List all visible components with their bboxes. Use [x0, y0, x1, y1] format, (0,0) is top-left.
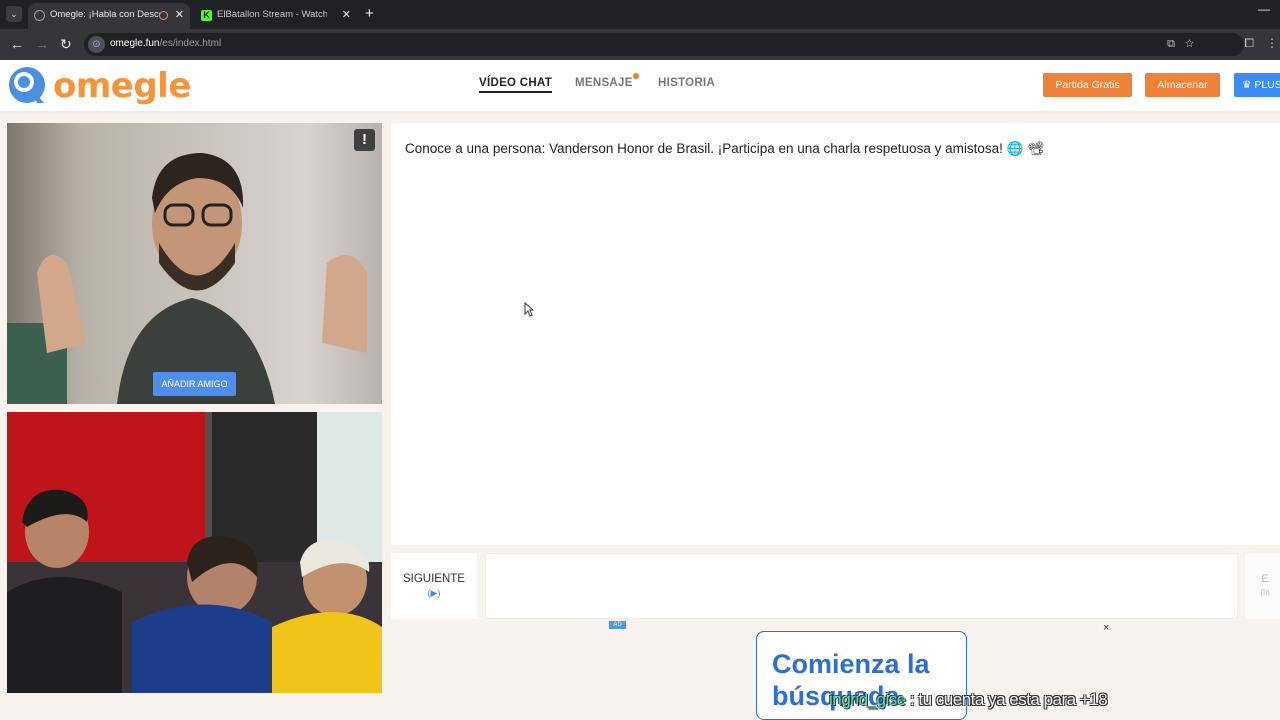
- plus-button[interactable]: ♛ PLUS: [1234, 73, 1280, 97]
- nav-message[interactable]: MENSAJE: [575, 73, 639, 89]
- reload-icon[interactable]: ↻: [60, 36, 72, 52]
- send-button[interactable]: E (In: [1245, 553, 1280, 619]
- browser-tab-omegle[interactable]: Omegle: ¡Habla con Descon ✕: [28, 3, 190, 29]
- tab-search-chevron-icon[interactable]: ⌄: [6, 6, 22, 22]
- url-host: omegle.fun: [110, 38, 160, 49]
- logo-mark-icon: [9, 67, 45, 103]
- tab-title: Omegle: ¡Habla con Descon: [50, 9, 160, 20]
- nav-message-label: MENSAJE: [575, 77, 633, 89]
- free-game-button[interactable]: Partida Gratis: [1043, 73, 1132, 97]
- ad-close-icon[interactable]: ×: [1103, 622, 1109, 634]
- browser-tab-bar: ⌄ Omegle: ¡Habla con Descon ✕ K ElBatall…: [0, 0, 1280, 29]
- stream-chat-message: tu cuenta ya esta para +18: [918, 690, 1108, 709]
- url-actions: ⧉☆: [1167, 38, 1204, 51]
- stranger-video: ! AÑADIR AMIGO: [7, 123, 382, 404]
- recording-icon: [159, 11, 168, 20]
- next-label: SIGUIENTE: [403, 573, 465, 585]
- browser-tab-kick[interactable]: K ElBatallon Stream - Watch Live ✕: [195, 3, 357, 29]
- url-path: /es/index.html: [159, 38, 222, 49]
- add-friend-button[interactable]: AÑADIR AMIGO: [153, 372, 236, 396]
- self-video-feed: [7, 412, 382, 693]
- close-tab-icon[interactable]: ✕: [342, 3, 351, 27]
- site-header: omegle VÍDEO CHAT MENSAJE HISTORIA Parti…: [0, 60, 1280, 111]
- install-app-icon[interactable]: ⧉: [1167, 38, 1185, 50]
- next-hint: (▶): [427, 588, 441, 598]
- store-button[interactable]: Almacenar: [1145, 73, 1220, 97]
- site-info-icon[interactable]: ⊙: [88, 36, 105, 53]
- send-label: E: [1261, 573, 1269, 585]
- extensions-puzzle-icon[interactable]: ⧠: [1244, 36, 1254, 51]
- self-video: [7, 412, 382, 693]
- nav-video-chat[interactable]: VÍDEO CHAT: [479, 77, 553, 93]
- browser-toolbar: ← → ↻ ⊙ omegle.fun/es/index.html ⧉☆ ⧠ ⋮: [0, 29, 1280, 60]
- ad-badge: AD: [609, 621, 626, 629]
- next-button[interactable]: SIGUIENTE (▶): [391, 553, 477, 619]
- address-bar[interactable]: ⊙ omegle.fun/es/index.html ⧉☆: [84, 33, 1244, 56]
- kick-icon: K: [201, 10, 212, 21]
- plus-label: PLUS: [1254, 79, 1280, 91]
- chat-panel: Conoce a una persona: Vanderson Honor de…: [391, 123, 1280, 545]
- report-button[interactable]: !: [354, 129, 375, 151]
- nav-history[interactable]: HISTORIA: [658, 77, 715, 89]
- stream-chat-separator: :: [905, 690, 919, 709]
- stream-chat-overlay: ingrid_gise : tu cuenta ya esta para +18: [829, 690, 1108, 710]
- notification-dot: [632, 73, 639, 79]
- send-hint: (In: [1260, 588, 1270, 597]
- mouse-cursor-icon: [524, 302, 534, 317]
- ad-headline-line1: Comienza la: [772, 649, 930, 679]
- more-menu-icon[interactable]: ⋮: [1266, 36, 1278, 50]
- new-tab-plus-icon[interactable]: +: [365, 5, 374, 22]
- chat-system-message: Conoce a una persona: Vanderson Honor de…: [405, 141, 1045, 156]
- message-input[interactable]: [485, 553, 1238, 619]
- logo-text: omegle: [53, 66, 191, 106]
- url-text[interactable]: omegle.fun/es/index.html: [110, 38, 221, 49]
- back-arrow-icon[interactable]: ←: [10, 36, 24, 52]
- minimize-window-icon[interactable]: —: [1258, 2, 1270, 16]
- bookmark-star-icon[interactable]: ☆: [1185, 38, 1204, 50]
- stream-chat-user: ingrid_gise: [829, 690, 906, 709]
- crown-icon: ♛: [1242, 79, 1255, 91]
- tab-title: ElBatallon Stream - Watch Live: [217, 9, 327, 20]
- close-tab-icon[interactable]: ✕: [175, 3, 184, 27]
- globe-icon: [34, 10, 45, 21]
- stranger-video-feed: [7, 123, 382, 404]
- forward-arrow-icon[interactable]: →: [35, 36, 49, 52]
